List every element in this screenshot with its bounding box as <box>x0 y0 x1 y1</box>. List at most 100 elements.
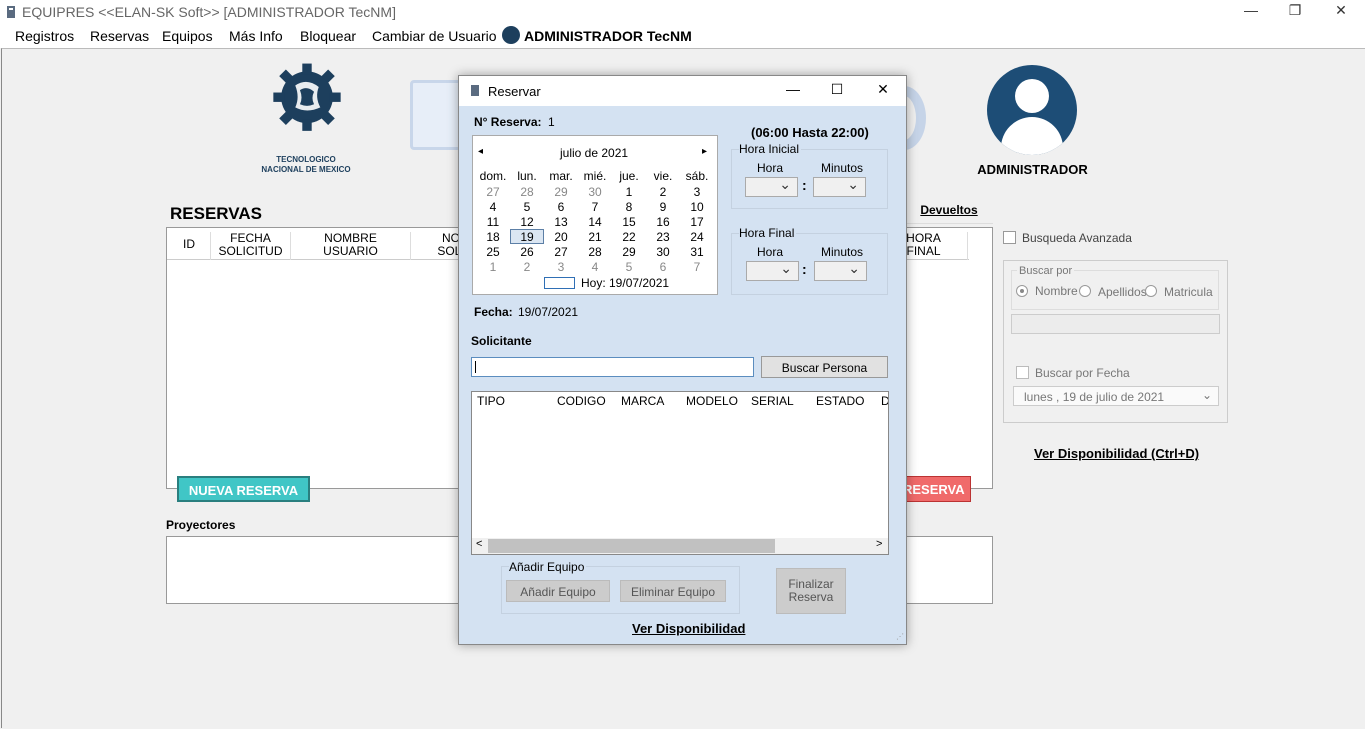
col-serial[interactable]: SERIAL <box>751 394 794 408</box>
anadir-equipo-button[interactable]: Añadir Equipo <box>506 580 610 602</box>
calendar-day[interactable]: 7 <box>680 260 714 274</box>
col-modelo[interactable]: MODELO <box>686 394 738 408</box>
calendar-next-icon[interactable]: ▸ <box>702 146 707 157</box>
tecnm-logo-icon <box>273 63 341 131</box>
calendar-day[interactable]: 17 <box>680 215 714 229</box>
calendar-day[interactable]: 6 <box>544 200 578 214</box>
calendar-month[interactable]: julio de 2021 <box>560 146 628 160</box>
buscar-input[interactable] <box>1011 314 1220 334</box>
date-picker[interactable]: lunes , 19 de julio de 2021 ⌄ <box>1013 386 1219 406</box>
calendar-weekday: mar. <box>549 169 573 183</box>
calendar-day[interactable]: 28 <box>578 245 612 259</box>
calendar-day[interactable]: 9 <box>646 200 680 214</box>
calendar-day[interactable]: 27 <box>476 185 510 199</box>
col-fecha-l2: SOLICITUD <box>218 244 283 258</box>
menu-reservas[interactable]: Reservas <box>90 28 149 44</box>
solicitante-input[interactable] <box>471 357 754 377</box>
calendar-prev-icon[interactable]: ◂ <box>478 146 483 157</box>
col-d[interactable]: D <box>881 394 888 408</box>
scrollbar-thumb[interactable] <box>488 539 775 553</box>
scroll-right-icon[interactable]: > <box>876 538 882 550</box>
dialog-maximize-button[interactable]: ☐ <box>822 81 852 101</box>
buscar-fecha-checkbox[interactable] <box>1016 366 1029 379</box>
calendar-day[interactable]: 14 <box>578 215 612 229</box>
radio-matricula[interactable] <box>1145 285 1157 297</box>
ver-disponibilidad-link[interactable]: Ver Disponibilidad (Ctrl+D) <box>1034 446 1199 461</box>
eliminar-equipo-button[interactable]: Eliminar Equipo <box>620 580 726 602</box>
calendar-day[interactable]: 30 <box>646 245 680 259</box>
calendar-day[interactable]: 23 <box>646 230 680 244</box>
calendar-day[interactable]: 29 <box>612 245 646 259</box>
calendar-day[interactable]: 19 <box>510 230 544 244</box>
col-marca[interactable]: MARCA <box>621 394 664 408</box>
hora-inicial-minutos-select[interactable] <box>813 176 866 197</box>
dialog-ver-disponibilidad-link[interactable]: Ver Disponibilidad <box>632 621 745 636</box>
calendar-day[interactable]: 18 <box>476 230 510 244</box>
menu-equipos[interactable]: Equipos <box>162 28 213 44</box>
calendar-day[interactable]: 2 <box>646 185 680 199</box>
busqueda-avanzada-checkbox[interactable] <box>1003 231 1016 244</box>
calendar-day[interactable]: 24 <box>680 230 714 244</box>
calendar-day[interactable]: 27 <box>544 245 578 259</box>
finalizar-reserva-button[interactable]: Finalizar Reserva <box>776 568 846 614</box>
col-tipo[interactable]: TIPO <box>477 394 505 408</box>
hora-final-hora-select[interactable] <box>746 260 799 281</box>
calendar-day[interactable]: 2 <box>510 260 544 274</box>
calendar-day[interactable]: 31 <box>680 245 714 259</box>
col-id[interactable]: ID <box>168 232 211 260</box>
nueva-reserva-button[interactable]: NUEVA RESERVA <box>177 476 310 502</box>
calendar-day[interactable]: 20 <box>544 230 578 244</box>
buscar-persona-button[interactable]: Buscar Persona <box>761 356 888 378</box>
menu-registros[interactable]: Registros <box>15 28 74 44</box>
menu-mas-info[interactable]: Más Info <box>229 28 283 44</box>
devueltos-button[interactable]: Devueltos <box>905 198 993 224</box>
calendar-day[interactable]: 28 <box>510 185 544 199</box>
col-codigo[interactable]: CODIGO <box>557 394 606 408</box>
calendar-day[interactable]: 26 <box>510 245 544 259</box>
equipos-list[interactable] <box>471 391 889 555</box>
calendar-day[interactable]: 29 <box>544 185 578 199</box>
scroll-left-icon[interactable]: < <box>476 538 482 550</box>
buscar-por-label: Buscar por <box>1017 265 1075 277</box>
calendar-day[interactable]: 16 <box>646 215 680 229</box>
hora-inicial-hora-select[interactable] <box>745 176 798 197</box>
calendar-day[interactable]: 1 <box>612 185 646 199</box>
close-button[interactable]: ✕ <box>1318 2 1364 22</box>
calendar-day[interactable]: 21 <box>578 230 612 244</box>
dialog-minimize-button[interactable]: — <box>778 81 808 101</box>
menu-cambiar-usuario[interactable]: Cambiar de Usuario <box>372 28 497 44</box>
radio-nombre[interactable] <box>1016 285 1028 297</box>
calendar-today[interactable]: Hoy: 19/07/2021 <box>581 276 669 290</box>
calendar-day[interactable]: 30 <box>578 185 612 199</box>
minimize-button[interactable]: — <box>1228 2 1274 22</box>
calendar-day[interactable]: 12 <box>510 215 544 229</box>
calendar-day[interactable]: 4 <box>578 260 612 274</box>
col-nombre[interactable]: NOMBRE USUARIO <box>291 232 411 260</box>
calendar-day[interactable]: 13 <box>544 215 578 229</box>
calendar-day[interactable]: 7 <box>578 200 612 214</box>
calendar-day[interactable]: 1 <box>476 260 510 274</box>
restore-button[interactable]: ❐ <box>1272 2 1318 22</box>
cancelar-reserva-button[interactable]: RESERVA <box>902 476 971 502</box>
calendar-day[interactable]: 5 <box>510 200 544 214</box>
calendar-day[interactable]: 25 <box>476 245 510 259</box>
calendar-day[interactable]: 22 <box>612 230 646 244</box>
menu-bloquear[interactable]: Bloquear <box>300 28 356 44</box>
dialog-close-button[interactable]: ✕ <box>868 81 898 101</box>
col-fecha[interactable]: FECHA SOLICITUD <box>211 232 291 260</box>
menu-user[interactable]: ADMINISTRADOR TecNM <box>524 28 692 44</box>
calendar-day[interactable]: 15 <box>612 215 646 229</box>
calendar-day[interactable]: 3 <box>680 185 714 199</box>
col-estado[interactable]: ESTADO <box>816 394 864 408</box>
calendar-day[interactable]: 5 <box>612 260 646 274</box>
calendar-day[interactable]: 11 <box>476 215 510 229</box>
calendar-day[interactable]: 8 <box>612 200 646 214</box>
resize-grip-icon[interactable]: ⋰ <box>896 632 904 641</box>
hora-final-minutos-select[interactable] <box>814 260 867 281</box>
date-picker-value: lunes , 19 de julio de 2021 <box>1024 390 1165 404</box>
radio-apellidos[interactable] <box>1079 285 1091 297</box>
calendar-day[interactable]: 6 <box>646 260 680 274</box>
calendar-day[interactable]: 10 <box>680 200 714 214</box>
calendar-day[interactable]: 3 <box>544 260 578 274</box>
calendar-day[interactable]: 4 <box>476 200 510 214</box>
